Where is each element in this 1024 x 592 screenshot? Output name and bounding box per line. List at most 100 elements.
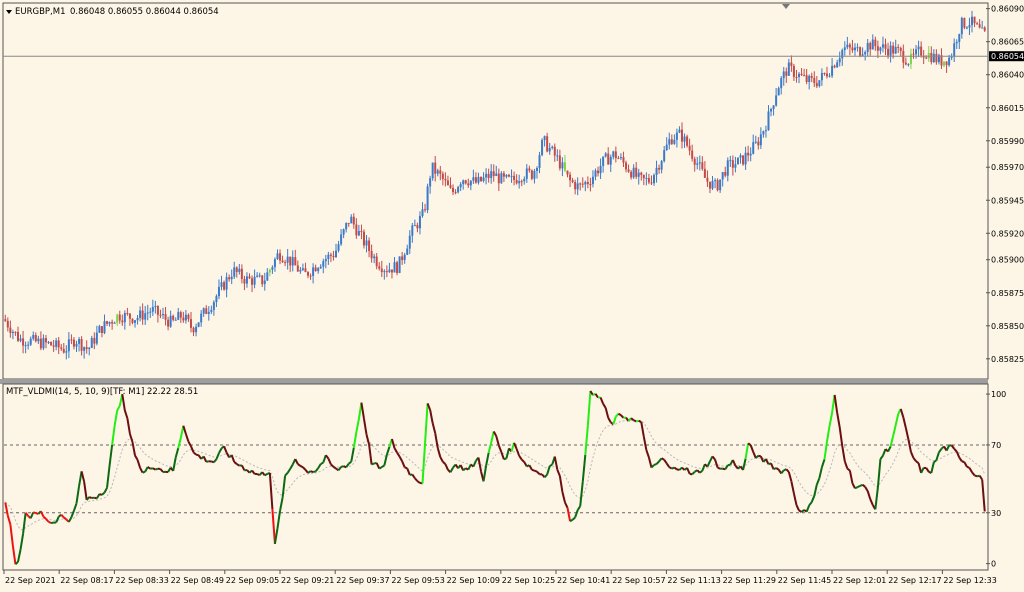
symbol-title: EURGBP,M1 (15, 7, 66, 17)
vldmi-segment (866, 490, 872, 500)
candle-body (32, 335, 35, 339)
vldmi-segment (294, 458, 299, 465)
candle-body (653, 174, 656, 184)
candle-body (686, 136, 689, 146)
vldmi-segment (691, 471, 696, 476)
candle-body (370, 250, 373, 259)
vldmi-segment (581, 454, 587, 482)
candle-body (556, 155, 559, 157)
vldmi-segment (279, 497, 284, 512)
vldmi-segment (381, 464, 385, 468)
candle-body (243, 278, 246, 284)
candle-body (228, 277, 231, 280)
candle-body (635, 167, 638, 177)
vldmi-segment (968, 467, 973, 473)
candle-body (757, 141, 760, 146)
candle-body (558, 155, 561, 169)
vldmi-segment (213, 458, 218, 463)
candle-body (696, 163, 699, 165)
candle-body (487, 173, 490, 179)
vldmi-segment (945, 445, 951, 452)
candle-body (828, 75, 831, 77)
vldmi-segment (678, 466, 683, 471)
vldmi-segment (828, 412, 834, 427)
vldmi-segment (981, 479, 986, 512)
candle-body (248, 276, 251, 279)
candle-body (144, 313, 147, 320)
vldmi-segment (758, 454, 762, 458)
candle-body (673, 139, 676, 144)
candle-body (871, 39, 874, 50)
vldmi-segment (974, 474, 978, 478)
price-tick-label: 0.85945 (991, 196, 1024, 205)
candle-body (960, 17, 963, 35)
vldmi-segment (202, 456, 208, 463)
candle-body (347, 222, 350, 224)
candle-body (902, 50, 905, 63)
candle-body (156, 305, 159, 315)
candle-body (642, 174, 645, 179)
candle-body (665, 144, 668, 151)
candle-body (312, 267, 315, 276)
vldmi-segment (477, 457, 482, 472)
candle-body (533, 171, 536, 179)
time-tick-label: 22 Sep 11:29 (723, 576, 776, 585)
candle-body (368, 240, 371, 251)
candle-body (131, 318, 134, 323)
candle-body (225, 277, 228, 290)
candle-body (546, 136, 549, 152)
vldmi-segment (813, 484, 818, 497)
vldmi-segment (681, 466, 686, 471)
candle-body (866, 42, 869, 52)
vldmi-segment (63, 516, 67, 521)
time-tick-label: 22 Sep 2021 (5, 576, 56, 585)
candle-body (864, 51, 867, 55)
candle-body (579, 183, 582, 185)
vldmi-segment (312, 470, 316, 473)
panel-separator[interactable] (0, 379, 988, 384)
vldmi-segment (915, 460, 920, 464)
vldmi-segment (142, 470, 146, 474)
vldmi-segment (785, 468, 790, 473)
vldmi-segment (815, 477, 821, 485)
candle-body (622, 157, 625, 163)
vldmi-segment (116, 405, 121, 411)
vldmi-segment (744, 443, 750, 459)
vldmi-segment (310, 470, 314, 473)
candle-body (200, 313, 203, 323)
candle-body (810, 75, 813, 78)
vldmi-segment (558, 475, 564, 493)
candle-body (609, 156, 612, 165)
vldmi-segment (391, 438, 396, 449)
candle-body (401, 256, 404, 261)
signal-line (4, 419, 986, 531)
vldmi-segment (961, 460, 965, 464)
vldmi-segment (325, 454, 330, 460)
candle-body (528, 168, 531, 171)
candle-body (139, 310, 142, 318)
candle-body (268, 269, 271, 273)
candle-body (507, 174, 510, 177)
vldmi-segment (159, 468, 164, 473)
candle-body (223, 282, 226, 290)
vldmi-segment (874, 487, 879, 510)
chart-menu-triangle-icon[interactable] (6, 10, 12, 14)
vldmi-segment (444, 463, 449, 471)
candle-body (62, 348, 65, 353)
candle-body (67, 339, 70, 352)
vldmi-segment (635, 419, 639, 423)
candle-body (670, 139, 673, 144)
candle-body (950, 56, 953, 58)
vldmi-segment (887, 446, 892, 452)
candle-body (500, 173, 503, 184)
candle-body (693, 158, 696, 165)
chart-shift-icon[interactable] (782, 4, 790, 9)
candle-body (284, 262, 287, 264)
candle-body (215, 296, 218, 303)
candle-body (879, 47, 882, 51)
ohlc-readout: 0.86048 0.86055 0.86044 0.86054 (70, 7, 219, 17)
time-tick-label: 22 Sep 09:05 (226, 576, 279, 585)
candle-body (19, 338, 22, 341)
candle-body (457, 187, 460, 193)
vldmi-segment (206, 460, 210, 463)
